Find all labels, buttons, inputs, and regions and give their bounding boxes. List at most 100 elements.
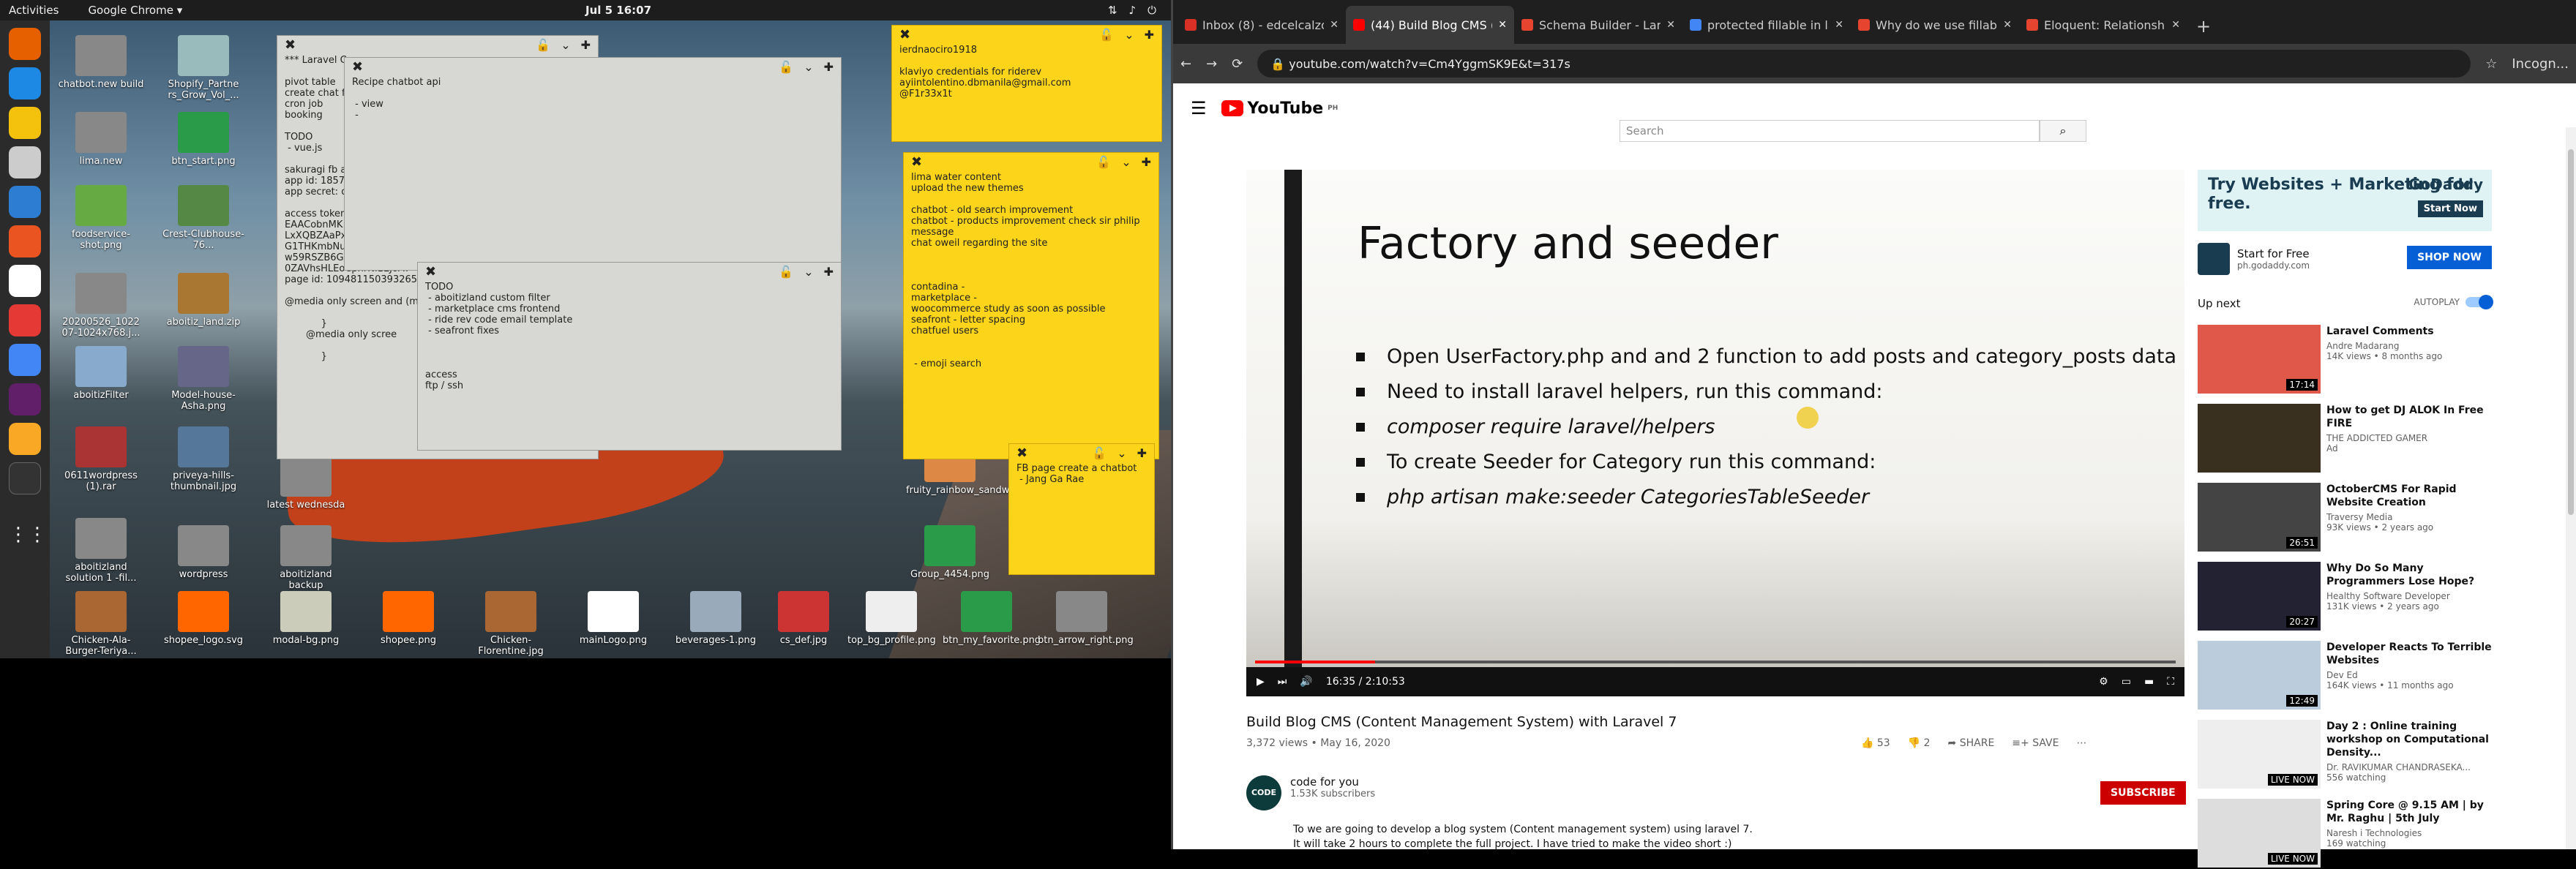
autoplay-control[interactable]: AUTOPLAY: [2414, 295, 2493, 309]
theater-icon[interactable]: ▬: [2144, 676, 2154, 688]
desktop-icon[interactable]: btn_start.png: [160, 112, 247, 167]
video-player[interactable]: Factory and seeder Open UserFactory.php …: [1246, 170, 2184, 696]
desktop-icon[interactable]: shopee.png: [364, 591, 452, 646]
app-menu[interactable]: Google Chrome ▾: [88, 4, 182, 17]
star-icon[interactable]: ☆: [2485, 56, 2497, 72]
lock-icon[interactable]: 🔓: [779, 266, 793, 277]
lock-icon[interactable]: 🔓: [1092, 447, 1107, 459]
save-button[interactable]: ≡+ SAVE: [2012, 737, 2059, 749]
desktop-icon[interactable]: Chicken-Florentine.jpg: [467, 591, 555, 657]
clock[interactable]: Jul 5 16:07: [585, 4, 651, 17]
writer-icon[interactable]: [9, 186, 41, 218]
close-icon[interactable]: ✖: [352, 60, 363, 73]
add-icon[interactable]: ✚: [1142, 156, 1151, 168]
like-button[interactable]: 👍 53: [1861, 737, 1890, 749]
slack-icon[interactable]: [9, 383, 41, 415]
desktop-icon[interactable]: aboitizland backup: [262, 525, 350, 591]
video-thumbnail[interactable]: 12:49: [2198, 641, 2321, 710]
desktop-icon[interactable]: foodservice-shot.png: [57, 185, 145, 251]
rec-title[interactable]: Why Do So Many Programmers Lose Hope?: [2326, 562, 2492, 588]
desktop-icon[interactable]: btn_arrow_right.png: [1038, 591, 1134, 646]
sticky-note-recipe[interactable]: ✖ 🔓 ⌄ ✚ Recipe chatbot api - view -: [344, 57, 842, 271]
desktop-icon[interactable]: btn_my_favorite.png: [943, 591, 1041, 646]
browser-tab[interactable]: Inbox (8) - edcelcalzoesta ✕: [1177, 6, 1346, 44]
sticky-note-todo[interactable]: ✖ 🔓 ⌄ ✚ TODO - aboitizland custom filter - …: [417, 262, 842, 451]
recommended-video[interactable]: LIVE NOW Spring Core @ 9.15 AM | by Mr. R…: [2198, 799, 2492, 869]
browser-tab[interactable]: Why do we use fillable in ✕: [1851, 6, 2019, 44]
youtube-logo[interactable]: YouTube PH: [1221, 99, 1338, 118]
add-icon[interactable]: ✚: [1145, 29, 1154, 40]
desktop-icon[interactable]: Crest-Clubhouse-76...: [160, 185, 247, 251]
chevron-down-icon[interactable]: ⌄: [1124, 29, 1134, 40]
desktop-icon[interactable]: aboitizFilter: [57, 346, 145, 401]
rhythmbox-icon[interactable]: [9, 107, 41, 139]
recommended-video[interactable]: LIVE NOW Day 2 : Online training workshop…: [2198, 720, 2492, 790]
chevron-down-icon[interactable]: ⌄: [804, 266, 813, 277]
ad-card[interactable]: Start for Free ph.godaddy.com SHOP NOW: [2198, 238, 2492, 279]
sticky-note-lima[interactable]: ✖ 🔓 ⌄ ✚ lima water content upload the new t…: [903, 152, 1159, 459]
rec-title[interactable]: OctoberCMS For Rapid Website Creation: [2326, 483, 2492, 509]
desktop-icon[interactable]: priveya-hills-thumbnail.jpg: [160, 426, 247, 492]
close-tab-icon[interactable]: ✕: [2003, 19, 2012, 31]
recommended-video[interactable]: 12:49 Developer Reacts To Terrible Websit…: [2198, 641, 2492, 711]
chevron-down-icon[interactable]: ⌄: [1117, 447, 1126, 459]
profile-button[interactable]: Incogn...: [2512, 56, 2569, 72]
desktop-icon[interactable]: chatbot.new build: [57, 35, 145, 90]
reload-icon[interactable]: ⟳: [1232, 56, 1243, 72]
back-icon[interactable]: ←: [1180, 56, 1191, 72]
video-thumbnail[interactable]: 20:27: [2198, 562, 2321, 631]
search-input[interactable]: Search: [1620, 120, 2040, 142]
recommended-video[interactable]: 17:14 Laravel Comments Andre Madarang 14K v…: [2198, 325, 2492, 395]
thunderbird-icon[interactable]: [9, 67, 41, 99]
recommended-video[interactable]: How to get DJ ALOK In Free FIRE THE ADDIC…: [2198, 404, 2492, 474]
new-tab-button[interactable]: +: [2187, 16, 2220, 44]
lock-icon[interactable]: 🔓: [1096, 156, 1111, 168]
apps-grid-icon[interactable]: ⋮⋮: [9, 524, 47, 556]
chevron-down-icon[interactable]: ⌄: [804, 61, 813, 72]
menu-icon[interactable]: ☰: [1191, 98, 1207, 118]
chevron-down-icon[interactable]: ⌄: [561, 39, 570, 50]
browser-tab[interactable]: Eloquent: Relationships ✕: [2019, 6, 2187, 44]
close-tab-icon[interactable]: ✕: [1498, 19, 1507, 31]
note-text[interactable]: lima water content upload the new themes…: [904, 170, 1158, 371]
share-button[interactable]: ➦ SHARE: [1948, 737, 1995, 749]
ad-cta-button[interactable]: Start Now: [2417, 200, 2483, 217]
close-tab-icon[interactable]: ✕: [1666, 19, 1675, 31]
chrome-icon[interactable]: [9, 344, 41, 376]
close-icon[interactable]: ✖: [425, 265, 436, 278]
desktop-icon[interactable]: Chicken-Ala-Burger-Teriya...: [57, 591, 145, 657]
settings-icon[interactable]: ⚙: [2099, 676, 2108, 688]
browser-tab[interactable]: Schema Builder - Laravel ✕: [1514, 6, 1682, 44]
add-icon[interactable]: ✚: [581, 39, 591, 50]
desktop-icon[interactable]: wordpress: [160, 525, 247, 580]
system-tray[interactable]: ⇅ ♪ ⏻: [1108, 4, 1156, 17]
rec-title[interactable]: How to get DJ ALOK In Free FIRE: [2326, 404, 2492, 430]
close-tab-icon[interactable]: ✕: [1330, 19, 1338, 31]
close-icon[interactable]: ✖: [1016, 446, 1027, 459]
add-icon[interactable]: ✚: [824, 266, 834, 277]
amazon-icon[interactable]: [9, 265, 41, 297]
play-icon[interactable]: ▶: [1257, 676, 1265, 688]
sticky-note-credentials[interactable]: ✖ 🔓 ⌄ ✚ ierdnaociro1918 klaviyo credentials…: [891, 25, 1162, 142]
chevron-down-icon[interactable]: ⌄: [1121, 156, 1131, 168]
dislike-button[interactable]: 👎 2: [1908, 737, 1931, 749]
firefox-icon[interactable]: [9, 28, 41, 60]
desktop-icon[interactable]: 20200526_1022 07-1024x768.j...: [57, 273, 145, 339]
software-icon[interactable]: [9, 225, 41, 257]
desktop-icon[interactable]: lima.new: [57, 112, 145, 167]
desktop-icon[interactable]: shopee_logo.svg: [160, 591, 247, 646]
files-icon[interactable]: [9, 146, 41, 178]
fullscreen-icon[interactable]: ⛶: [2167, 676, 2174, 688]
desktop-icon[interactable]: modal-bg.png: [262, 591, 350, 646]
close-tab-icon[interactable]: ✕: [1835, 19, 1843, 31]
forward-icon[interactable]: →: [1206, 56, 1217, 72]
sticky-note-fb[interactable]: ✖ 🔓 ⌄ ✚ FB page create a chatbot - Jang Ga …: [1008, 443, 1155, 575]
video-thumbnail[interactable]: 17:14: [2198, 325, 2321, 394]
rec-title[interactable]: Day 2 : Online training workshop on Comp…: [2326, 720, 2492, 759]
autoplay-toggle[interactable]: [2465, 295, 2493, 309]
ad-banner[interactable]: Try Websites + Marketing for free. GoDad…: [2198, 170, 2492, 231]
search-button[interactable]: ⌕: [2040, 120, 2086, 142]
rec-title[interactable]: Spring Core @ 9.15 AM | by Mr. Raghu | 5…: [2326, 799, 2492, 825]
video-thumbnail[interactable]: 26:51: [2198, 483, 2321, 552]
video-thumbnail[interactable]: [2198, 404, 2321, 473]
